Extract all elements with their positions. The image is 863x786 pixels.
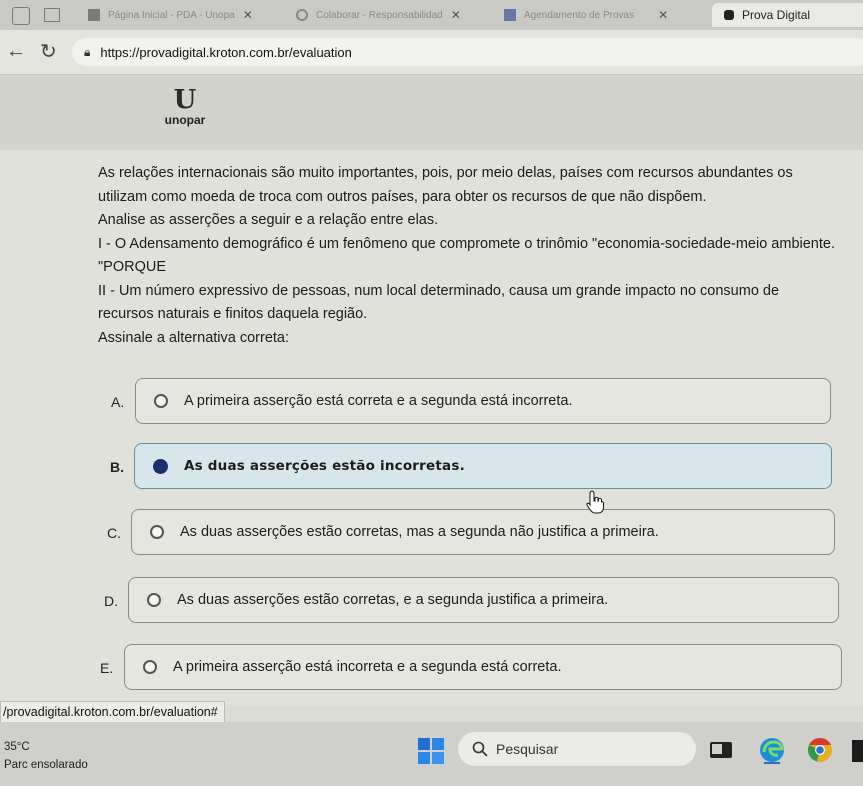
option-b[interactable]: B. As duas asserções estão incorretas. <box>110 443 832 491</box>
search-label: Pesquisar <box>496 741 559 757</box>
radio-button[interactable] <box>147 593 161 607</box>
option-text: As duas asserções estão corretas, e a se… <box>177 592 609 608</box>
radio-button-selected[interactable] <box>153 458 168 474</box>
reload-icon[interactable]: ↻ <box>40 39 57 64</box>
option-d[interactable]: D. As duas asserções estão corretas, e a… <box>104 577 839 625</box>
tab-pagina-inicial[interactable]: Página Inicial - PDA - Unopa ✕ <box>88 3 284 27</box>
back-arrow-icon[interactable]: ← <box>6 40 26 63</box>
tab-label: Agendamento de Provas <box>524 9 635 21</box>
close-tab-icon[interactable]: ✕ <box>658 8 668 22</box>
question-paragraph: II - Um número expressivo de pessoas, nu… <box>98 282 780 323</box>
taskbar-search[interactable]: Pesquisar <box>458 732 696 766</box>
prova-digital-favicon-icon <box>724 10 734 20</box>
option-card[interactable]: A primeira asserção está incorreta e a s… <box>124 644 842 690</box>
option-card[interactable]: A primeira asserção está correta e a seg… <box>135 378 831 424</box>
tab-actions-icon[interactable] <box>12 7 30 25</box>
option-letter: B. <box>110 459 124 475</box>
close-tab-icon[interactable]: ✕ <box>243 8 253 22</box>
option-letter: D. <box>104 593 118 609</box>
radio-button[interactable] <box>150 525 164 539</box>
tab-prova-digital[interactable]: Prova Digital <box>712 3 863 27</box>
option-card[interactable]: As duas asserções estão corretas, mas a … <box>131 509 835 555</box>
agendamento-favicon-icon <box>504 9 516 21</box>
option-text: As duas asserções estão corretas, mas a … <box>180 524 659 540</box>
question-paragraph: "PORQUE <box>98 259 166 275</box>
tab-agendamento[interactable]: Agendamento de Provas ✕ <box>504 3 714 27</box>
option-card[interactable]: As duas asserções estão corretas, e a se… <box>128 577 839 623</box>
close-tab-icon[interactable]: ✕ <box>451 8 461 22</box>
tab-label: Colaborar - Responsabilidad <box>316 9 443 21</box>
question-panel: As relações internacionais são muito imp… <box>0 150 863 705</box>
question-paragraph: Assinale a alternativa correta: <box>98 329 290 346</box>
browser-tab-strip: Página Inicial - PDA - Unopa ✕ Colaborar… <box>0 0 863 30</box>
address-bar[interactable]: 🔒︎ https://provadigital.kroton.com.br/ev… <box>72 38 863 66</box>
option-text: A primeira asserção está correta e a seg… <box>184 393 573 409</box>
option-letter: C. <box>107 525 121 541</box>
option-a[interactable]: A. A primeira asserção está correta e a … <box>111 378 831 426</box>
weather-widget[interactable]: 35°C Parc ensolarado <box>4 738 88 774</box>
question-paragraph: Analise as asserções a seguir e a relaçã… <box>98 212 439 228</box>
tab-label: Prova Digital <box>742 8 811 22</box>
question-paragraph: I - O Adensamento demográfico é um fenôm… <box>98 235 835 252</box>
url-text: https://provadigital.kroton.com.br/evalu… <box>100 44 352 60</box>
status-bar-url: /provadigital.kroton.com.br/evaluation# <box>0 701 225 723</box>
browser-nav-bar: ← ↻ 🔒︎ https://provadigital.kroton.com.b… <box>0 30 863 75</box>
logo-letter: U <box>173 85 197 115</box>
lock-icon: 🔒︎ <box>84 44 91 59</box>
weather-temperature: 35°C <box>4 741 30 753</box>
option-c[interactable]: C. As duas asserções estão corretas, mas… <box>107 509 835 557</box>
chrome-browser-icon[interactable] <box>806 736 834 764</box>
windows-taskbar: 35°C Parc ensolarado Pesquisar <box>0 722 863 786</box>
edge-browser-icon[interactable] <box>758 736 786 764</box>
unopar-favicon-icon <box>88 9 100 21</box>
site-header: U unopar <box>0 75 863 150</box>
option-text: A primeira asserção está incorreta e a s… <box>173 659 562 675</box>
tab-label: Página Inicial - PDA - Unopa <box>108 9 235 21</box>
search-icon <box>472 741 488 757</box>
workspaces-icon[interactable] <box>44 8 60 22</box>
question-text: As relações internacionais são muito imp… <box>98 162 838 350</box>
option-text: As duas asserções estão incorretas. <box>184 458 465 474</box>
unopar-logo[interactable]: U unopar <box>160 87 210 127</box>
option-letter: A. <box>111 394 125 410</box>
option-letter: E. <box>100 660 114 676</box>
taskbar-overflow-icon[interactable] <box>852 740 863 762</box>
question-paragraph: As relações internacionais são muito imp… <box>98 165 793 205</box>
tab-colaborar[interactable]: Colaborar - Responsabilidad ✕ <box>296 3 488 27</box>
windows-start-icon[interactable] <box>418 738 444 764</box>
logo-name: unopar <box>164 113 206 127</box>
radio-button[interactable] <box>154 394 168 408</box>
option-e[interactable]: E. A primeira asserção está incorreta e … <box>100 644 842 692</box>
hand-cursor-icon <box>586 490 604 514</box>
radio-button[interactable] <box>143 660 157 674</box>
option-card[interactable]: As duas asserções estão incorretas. <box>134 443 832 489</box>
task-view-icon[interactable] <box>708 738 734 764</box>
weather-condition: Parc ensolarado <box>4 759 88 771</box>
colaborar-favicon-icon <box>296 9 308 21</box>
